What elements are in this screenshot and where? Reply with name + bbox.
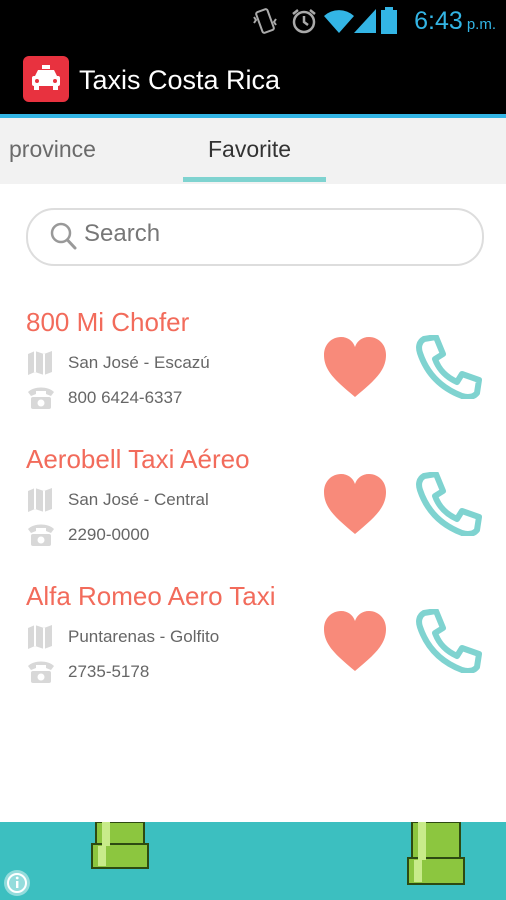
taxi-name: Alfa Romeo Aero Taxi	[26, 581, 276, 611]
call-icon[interactable]	[416, 472, 482, 536]
info-icon[interactable]	[4, 870, 30, 896]
list-item[interactable]: 800 Mi Chofer San José - Escazú 800 6424…	[0, 307, 506, 437]
status-bar: 6:43 p.m.	[0, 0, 506, 42]
call-icon[interactable]	[416, 335, 482, 399]
taxi-name: Aerobell Taxi Aéreo	[26, 444, 250, 474]
phone-number: 2290-0000	[68, 525, 150, 544]
location-text: San José - Central	[68, 490, 209, 509]
list-item[interactable]: Alfa Romeo Aero Taxi Puntarenas - Golfit…	[0, 581, 506, 711]
telephone-icon	[28, 387, 54, 409]
favorite-heart-icon[interactable]	[322, 472, 388, 536]
map-icon	[28, 351, 52, 375]
favorite-heart-icon[interactable]	[322, 335, 388, 399]
call-icon[interactable]	[416, 609, 482, 673]
tab-indicator	[183, 177, 326, 182]
map-icon	[28, 625, 52, 649]
taxi-icon	[32, 65, 60, 90]
tab-bar: province Favorite	[0, 118, 506, 184]
location-text: San José - Escazú	[68, 353, 210, 372]
search-box[interactable]	[26, 208, 484, 266]
location-text: Puntarenas - Golfito	[68, 627, 220, 646]
phone-number: 800 6424-6337	[68, 388, 183, 407]
favorite-heart-icon[interactable]	[322, 609, 388, 673]
search-input[interactable]	[84, 220, 464, 248]
app-logo[interactable]	[23, 56, 69, 102]
alarm-icon	[292, 9, 316, 34]
vibrate-icon	[253, 8, 277, 34]
battery-icon	[381, 7, 397, 34]
ad-banner[interactable]	[0, 822, 506, 900]
pipe-left	[91, 822, 149, 869]
list-item[interactable]: Aerobell Taxi Aéreo San José - Central 2…	[0, 444, 506, 574]
wifi-icon	[324, 10, 354, 33]
status-time: 6:43 p.m.	[414, 4, 496, 42]
clock-time: 6:43	[414, 7, 463, 35]
search-icon	[50, 222, 77, 250]
taxi-name: 800 Mi Chofer	[26, 307, 190, 337]
app-title: Taxis Costa Rica	[79, 65, 281, 95]
telephone-icon	[28, 524, 54, 546]
signal-icon	[354, 9, 376, 33]
tab-province[interactable]: province	[9, 136, 96, 163]
clock-ampm: p.m.	[466, 16, 496, 33]
telephone-icon	[28, 661, 54, 683]
pipe-right	[407, 822, 465, 885]
map-icon	[28, 488, 52, 512]
tab-favorite[interactable]: Favorite	[208, 136, 291, 163]
phone-number: 2735-5178	[68, 662, 150, 681]
